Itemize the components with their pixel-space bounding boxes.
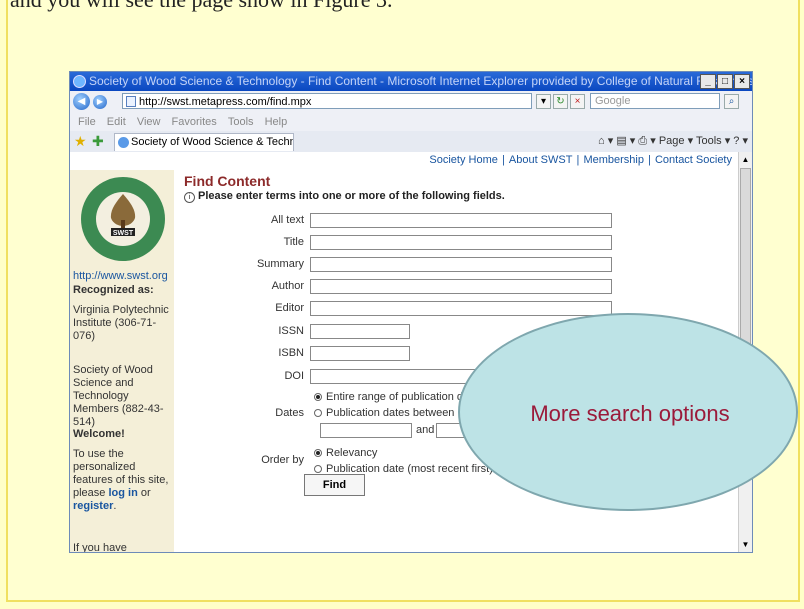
tab-icon — [118, 137, 129, 148]
scroll-down-icon[interactable]: ▼ — [740, 538, 751, 551]
label-order-by: Order by — [261, 454, 304, 466]
menu-tools[interactable]: Tools — [228, 116, 254, 128]
radio-dates-between[interactable] — [314, 409, 322, 417]
dropdown-icon[interactable]: ▾ — [536, 94, 551, 109]
refresh-icon[interactable]: ↻ — [553, 94, 568, 109]
info-icon: i — [184, 192, 195, 203]
summary-input[interactable] — [310, 257, 612, 272]
menu-file[interactable]: File — [78, 116, 96, 128]
window-titlebar: Society of Wood Science & Technology - F… — [70, 72, 752, 91]
editor-input[interactable] — [310, 301, 612, 316]
order-option-relevancy-label: Relevancy — [326, 447, 378, 459]
dates-option-between[interactable]: Publication dates between — [314, 407, 454, 419]
if-text: If you have — [73, 542, 127, 553]
label-dates: Dates — [275, 407, 304, 419]
menu-bar: File Edit View Favorites Tools Help — [70, 113, 752, 131]
dates-option-between-label: Publication dates between — [326, 407, 455, 419]
date-from-input[interactable] — [320, 423, 412, 438]
menu-view[interactable]: View — [137, 116, 161, 128]
swst-logo[interactable]: SWST — [80, 176, 166, 262]
title-input[interactable] — [310, 235, 612, 250]
label-author: Author — [271, 280, 304, 292]
callout-bubble: More search options — [458, 313, 798, 511]
radio-entire-range[interactable] — [314, 393, 322, 401]
label-doi: DOI — [284, 370, 304, 382]
link-society-home[interactable]: Society Home — [429, 154, 497, 166]
callout-text: More search options — [530, 401, 730, 426]
favorites-star-icon[interactable]: ★ — [74, 133, 87, 149]
label-all-text: All text — [270, 214, 304, 226]
menu-favorites[interactable]: Favorites — [172, 116, 217, 128]
swst-affiliation: Society of Wood Science and Technology M… — [73, 364, 164, 428]
window-controls: _ □ × — [700, 74, 750, 89]
sidebar-url-link[interactable]: http://www.swst.org — [73, 270, 168, 282]
link-contact-society[interactable]: Contact Society — [655, 154, 732, 166]
search-input[interactable]: Google — [590, 93, 720, 109]
back-icon[interactable]: ◀ — [73, 93, 90, 110]
url-text: http://swst.metapress.com/find.mpx — [139, 96, 312, 108]
window-title: Society of Wood Science & Technology - F… — [89, 74, 753, 88]
author-input[interactable] — [310, 279, 612, 294]
register-link[interactable]: register — [73, 500, 113, 512]
home-icon[interactable]: ⌂ ▾ — [598, 135, 613, 147]
help-icon[interactable]: ? ▾ — [733, 135, 748, 147]
find-button[interactable]: Find — [304, 474, 365, 496]
issn-input[interactable] — [310, 324, 410, 339]
search-icon[interactable]: ⌕ — [724, 94, 739, 109]
minimize-button[interactable]: _ — [700, 74, 716, 89]
feeds-icon[interactable]: ▤ ▾ — [616, 135, 635, 147]
dates-and-label: and — [416, 424, 435, 436]
isbn-input[interactable] — [310, 346, 410, 361]
forward-icon[interactable]: ▶ — [93, 95, 107, 109]
radio-relevancy[interactable] — [314, 449, 322, 457]
maximize-button[interactable]: □ — [717, 74, 733, 89]
url-input[interactable]: http://swst.metapress.com/find.mpx — [122, 93, 532, 109]
label-isbn: ISBN — [278, 347, 304, 359]
logo-text: SWST — [113, 230, 134, 237]
label-title: Title — [283, 236, 304, 248]
stop-icon[interactable]: × — [570, 94, 585, 109]
print-icon[interactable]: ⎙ ▾ — [638, 135, 655, 147]
command-bar: ⌂ ▾ ▤ ▾ ⎙ ▾ Page ▾ Tools ▾ ? ▾ — [598, 133, 748, 149]
menu-help[interactable]: Help — [265, 116, 288, 128]
label-editor: Editor — [275, 302, 304, 314]
slide-caption: and you will see the page show in Figure… — [10, 0, 393, 13]
label-summary: Summary — [256, 258, 304, 270]
recognized-heading: Recognized as: — [73, 284, 154, 296]
radio-publication-date[interactable] — [314, 465, 322, 473]
tab-current[interactable]: Society of Wood Science & Technology - .… — [114, 133, 294, 151]
top-nav: Society Home | About SWST | Membership |… — [429, 154, 732, 166]
page-tools-menu[interactable]: Page ▾ Tools ▾ — [659, 135, 730, 147]
address-bar: ◀ ▶ http://swst.metapress.com/find.mpx ▾… — [70, 91, 752, 114]
form-instructions: i Please enter terms into one or more of … — [184, 190, 505, 203]
tab-label: Society of Wood Science & Technology - .… — [131, 136, 294, 148]
login-link[interactable]: log in — [108, 487, 137, 499]
welcome-heading: Welcome! — [73, 428, 125, 440]
vt-affiliation: Virginia Polytechnic Institute (306-71-0… — [73, 304, 169, 342]
add-favorite-icon[interactable]: ✚ — [92, 133, 104, 149]
page-title: Find Content — [184, 173, 271, 189]
order-option-relevancy[interactable]: Relevancy — [314, 447, 377, 459]
scroll-up-icon[interactable]: ▲ — [740, 153, 751, 166]
or-text: or — [140, 487, 151, 499]
ie-icon — [73, 75, 86, 88]
close-button[interactable]: × — [734, 74, 750, 89]
sidebar: SWST http://www.swst.org Recognized as: … — [70, 170, 174, 552]
page-icon — [126, 96, 136, 107]
link-about-swst[interactable]: About SWST — [509, 154, 573, 166]
link-membership[interactable]: Membership — [583, 154, 644, 166]
all-text-input[interactable] — [310, 213, 612, 228]
tab-bar: ★ ✚ Society of Wood Science & Technology… — [70, 131, 752, 153]
label-issn: ISSN — [278, 325, 304, 337]
menu-edit[interactable]: Edit — [107, 116, 126, 128]
form-instructions-text: Please enter terms into one or more of t… — [198, 190, 505, 202]
welcome-text: To use the personalized features of this… — [73, 448, 169, 512]
